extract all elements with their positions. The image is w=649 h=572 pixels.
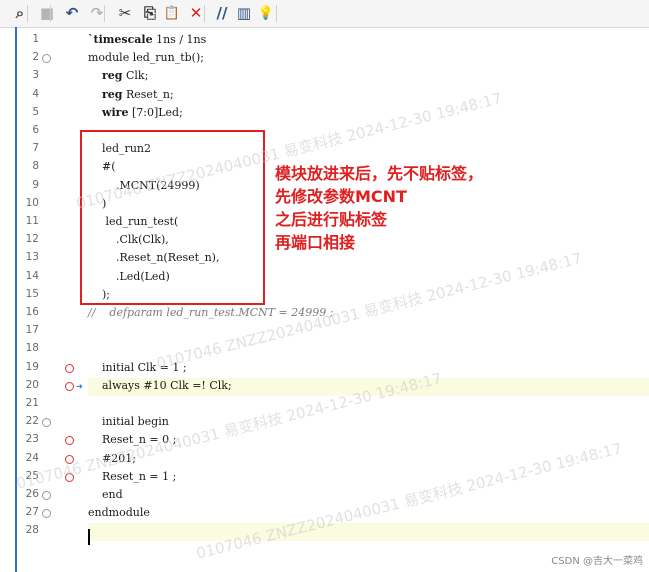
line-number: 22 — [25, 415, 39, 428]
redo-icon[interactable]: ↷ — [85, 2, 109, 24]
undo-icon[interactable]: ↶ — [60, 2, 84, 24]
code-text: reg Clk; — [102, 69, 149, 83]
annotation-note: 模块放进来后，先不贴标签， 先修改参数MCNT 之后进行贴标签 再端口相接 — [275, 162, 483, 254]
line-number: 12 — [25, 233, 39, 246]
toolbar-separator — [50, 5, 51, 22]
search-icon[interactable]: ⌕ — [8, 2, 32, 24]
line-number: 15 — [25, 287, 39, 300]
line-number: 18 — [25, 342, 39, 355]
comment-icon[interactable]: // — [210, 2, 234, 24]
code-line[interactable]: 28 — [26, 523, 649, 542]
code-line[interactable]: 5 wire [7:0]Led; — [17, 105, 649, 123]
column-select-icon[interactable]: ▥ — [232, 2, 256, 24]
annotation-line-1: 模块放进来后，先不贴标签， — [275, 164, 484, 183]
toolbar-separator — [204, 5, 205, 22]
credit-text: CSDN @吉大一菜鸡 — [551, 556, 643, 567]
copy-icon[interactable]: ⎘ — [138, 2, 162, 24]
cut-icon[interactable]: ✂ — [113, 2, 137, 24]
hint-bulb-icon[interactable]: 💡 — [254, 2, 278, 24]
code-text: wire [7:0]Led; — [102, 105, 183, 119]
line-number: 19 — [25, 360, 39, 373]
line-number: 21 — [25, 397, 39, 409]
code-line[interactable]: 2 module led_run_tb(); — [17, 50, 649, 68]
breakpoint-icon[interactable] — [65, 381, 74, 391]
line-number: 8 — [32, 160, 39, 173]
line-number: 10 — [25, 196, 39, 209]
line-number: 9 — [32, 178, 39, 191]
breakpoint-icon[interactable] — [65, 436, 74, 446]
current-execution-arrow-icon: ➜ — [76, 379, 83, 393]
line-number: 16 — [25, 306, 39, 318]
code-text: endmodule — [88, 506, 150, 520]
annotation-line-4: 再端口相接 — [275, 233, 356, 252]
code-line[interactable]: 19 initial Clk = 1 ; — [17, 360, 649, 378]
breakpoint-icon[interactable] — [65, 363, 74, 373]
code-line[interactable]: 4 reg Reset_n; — [17, 87, 649, 105]
line-number: 3 — [32, 69, 39, 82]
line-number: 2 — [32, 51, 39, 64]
line-number: 20 — [25, 378, 39, 391]
code-text: initial begin — [88, 415, 169, 429]
line-number: 17 — [25, 324, 39, 337]
code-text: end — [88, 488, 123, 501]
code-line[interactable]: 22 initial begin — [17, 414, 649, 432]
paste-icon[interactable]: 📋 — [160, 2, 184, 24]
code-text: module led_run_tb(); — [88, 51, 204, 65]
code-line[interactable]: 18 — [17, 341, 649, 359]
line-number: 28 — [25, 524, 39, 537]
editor-toolbar: ⌕ ■ ↶ ↷ ✂ ⎘ 📋 ✕//▥ 💡 — [0, 0, 649, 28]
line-number: 14 — [25, 269, 39, 282]
line-number: 6 — [32, 124, 39, 136]
line-number: 24 — [25, 451, 39, 464]
line-number: 5 — [32, 105, 39, 118]
toolbar-separator — [27, 5, 28, 22]
fold-toggle-icon[interactable] — [42, 54, 51, 64]
code-text: reg Reset_n; — [102, 87, 174, 101]
toolbar-separator — [276, 5, 277, 22]
text-caret — [88, 529, 90, 545]
code-line[interactable]: 1 `timescale 1ns / 1ns — [17, 32, 649, 50]
line-number: 23 — [25, 433, 39, 446]
fold-toggle-icon[interactable] — [42, 509, 51, 519]
line-number: 13 — [25, 251, 39, 264]
save-icon[interactable]: ■ — [35, 2, 59, 24]
fold-toggle-icon[interactable] — [42, 491, 51, 500]
annotation-line-3: 之后进行贴标签 — [275, 210, 388, 229]
line-number: 7 — [32, 142, 39, 155]
line-number: 27 — [25, 506, 39, 519]
code-line[interactable]: 26 end — [17, 487, 649, 505]
annotation-line-2: 先修改参数MCNT — [275, 187, 407, 206]
line-number: 1 — [32, 33, 39, 45]
code-text: always #10 Clk =! Clk; — [88, 378, 232, 392]
toolbar-separator — [104, 5, 105, 22]
line-number: 11 — [25, 215, 39, 227]
code-line[interactable]: 3 reg Clk; — [17, 68, 649, 86]
line-number: 4 — [32, 87, 39, 100]
code-text: `timescale 1ns / 1ns — [88, 33, 207, 46]
fold-toggle-icon[interactable] — [42, 418, 51, 428]
